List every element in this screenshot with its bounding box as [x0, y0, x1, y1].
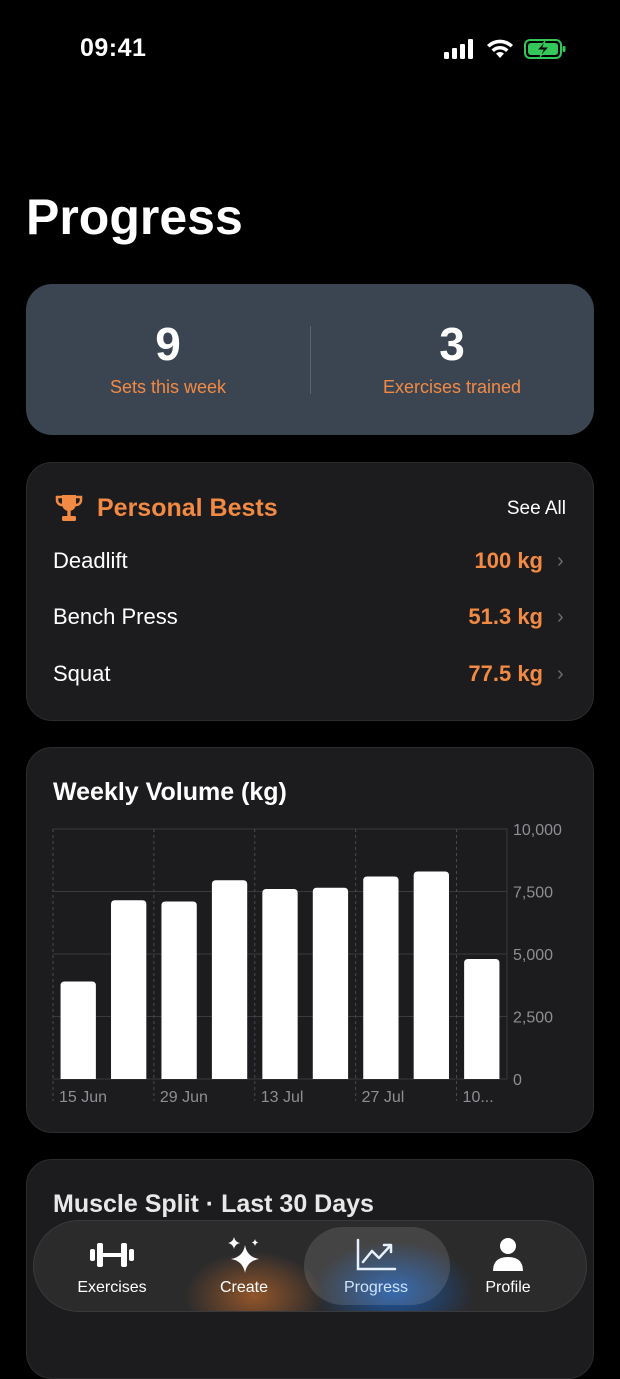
y-tick-label: 0	[513, 1072, 522, 1089]
tab-label: Progress	[343, 1279, 409, 1296]
personal-best-row-deadlift[interactable]: Deadlift 100 kg ›	[53, 541, 569, 581]
exercise-name: Deadlift	[53, 548, 128, 573]
personal-best-value: 77.5 kg	[468, 661, 543, 686]
chart-line-icon	[356, 1238, 397, 1271]
muscle-split-title: Muscle Split · Last 30 Days	[53, 1190, 374, 1218]
chevron-right-icon: ›	[557, 605, 564, 628]
tab-label: Exercises	[77, 1279, 147, 1296]
cellular-signal-icon	[444, 39, 473, 59]
see-all-link[interactable]: See All	[507, 498, 566, 520]
exercise-name: Bench Press	[53, 604, 178, 629]
personal-bests-header: Personal Bests	[55, 493, 278, 523]
y-tick-label: 7,500	[513, 885, 553, 902]
weekly-volume-card: Weekly Volume (kg) 10,000 7,500 5,000 2,500…	[26, 747, 594, 1133]
exercise-name: Squat	[53, 661, 111, 686]
personal-best-value: 100 kg	[474, 548, 544, 573]
tab-exercises[interactable]: Exercises	[46, 1221, 178, 1311]
sets-value: 9	[155, 318, 181, 370]
battery-charging-icon	[524, 39, 566, 59]
wifi-icon	[487, 39, 513, 58]
personal-bests-card: Personal Bests See All Deadlift 100 kg ›…	[26, 462, 594, 721]
tab-create[interactable]: Create	[178, 1221, 310, 1311]
tab-bar: Exercises Create Progress Profile	[33, 1220, 587, 1312]
tab-label: Create	[219, 1279, 269, 1296]
volume-bar	[464, 959, 500, 1079]
chevron-right-icon: ›	[557, 549, 564, 572]
weekly-volume-chart: 10,000 7,500 5,000 2,500 0 15 Jun 29 Jun 13 Jul…	[52, 822, 562, 1106]
tab-progress[interactable]: Progress	[310, 1221, 442, 1311]
volume-bar	[161, 901, 197, 1079]
personal-best-row-squat[interactable]: Squat 77.5 kg ›	[53, 654, 569, 694]
personal-best-row-bench-press[interactable]: Bench Press 51.3 kg ›	[53, 597, 569, 637]
x-tick-label: 13 Jul	[261, 1089, 304, 1106]
sets-stat: 9 Sets this week	[26, 284, 310, 435]
sparkles-icon	[228, 1237, 259, 1273]
status-icons	[444, 38, 566, 60]
personal-bests-title: Personal Bests	[97, 493, 278, 522]
status-bar: 09:41	[0, 0, 620, 100]
trophy-icon	[55, 495, 83, 521]
y-tick-label: 10,000	[513, 822, 562, 839]
x-tick-label: 27 Jul	[362, 1089, 405, 1106]
x-tick-label: 29 Jun	[160, 1089, 208, 1106]
exercises-stat: 3 Exercises trained	[310, 284, 594, 435]
x-tick-label: 15 Jun	[59, 1089, 107, 1106]
sets-label: Sets this week	[109, 377, 227, 397]
volume-bar	[312, 887, 349, 1079]
tab-profile[interactable]: Profile	[442, 1221, 574, 1311]
volume-bar	[413, 871, 449, 1079]
y-tick-label: 2,500	[513, 1010, 553, 1027]
volume-bar	[60, 981, 96, 1079]
status-time: 09:41	[80, 34, 147, 62]
volume-bar	[262, 889, 298, 1079]
volume-bar	[111, 900, 147, 1079]
y-tick-label: 5,000	[513, 947, 553, 964]
x-tick-label: 10...	[463, 1089, 494, 1106]
chevron-right-icon: ›	[557, 662, 564, 685]
volume-bar	[363, 876, 399, 1079]
person-icon	[493, 1238, 523, 1271]
tab-label: Profile	[485, 1279, 531, 1296]
dumbbell-icon	[90, 1243, 134, 1267]
page-title: Progress	[26, 189, 243, 245]
volume-bar	[211, 880, 248, 1079]
weekly-summary-card: 9 Sets this week 3 Exercises trained	[26, 284, 594, 435]
personal-best-value: 51.3 kg	[468, 604, 543, 629]
exercises-label: Exercises trained	[382, 377, 522, 397]
exercises-value: 3	[439, 318, 465, 370]
